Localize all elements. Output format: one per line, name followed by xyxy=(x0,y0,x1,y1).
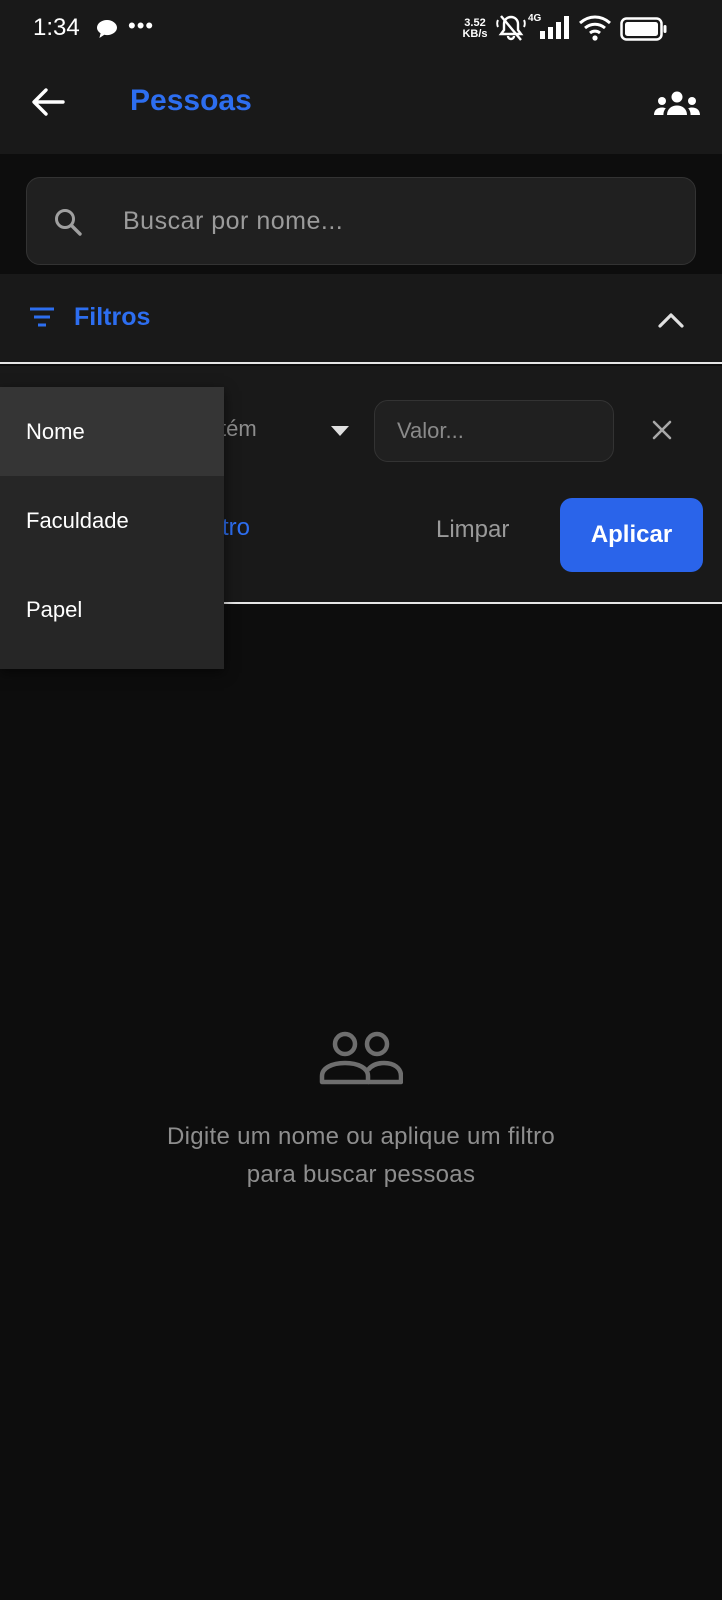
search-input[interactable] xyxy=(123,198,663,244)
status-time: 1:34 xyxy=(33,14,80,41)
back-arrow-icon xyxy=(32,88,65,116)
menu-item-nome[interactable]: Nome xyxy=(0,387,224,476)
search-box xyxy=(26,177,696,265)
chevron-up-icon xyxy=(658,313,684,328)
apply-button[interactable]: Aplicar xyxy=(560,498,703,572)
filters-header[interactable]: Filtros xyxy=(0,274,722,364)
network-speed: 3.52 KB/s xyxy=(462,17,488,40)
wifi-icon xyxy=(578,14,612,47)
menu-item-faculdade[interactable]: Faculdade xyxy=(0,476,224,565)
chat-bubble-icon xyxy=(96,19,118,44)
add-filter-label: tro xyxy=(222,514,251,541)
operator-value: tém xyxy=(220,416,257,441)
dropdown-arrow-icon xyxy=(330,424,350,442)
back-button[interactable] xyxy=(26,80,70,124)
field-dropdown-menu: Nome Faculdade Papel xyxy=(0,387,224,669)
search-icon xyxy=(53,207,83,242)
signal-icon xyxy=(538,15,574,46)
app-bar: Pessoas xyxy=(0,58,722,154)
page-title: Pessoas xyxy=(130,84,252,117)
empty-message: Digite um nome ou aplique um filtro para… xyxy=(0,1118,722,1194)
empty-message-line-1: Digite um nome ou aplique um filtro xyxy=(166,1123,556,1150)
status-bar: 1:34 ••• 3.52 KB/s 4G xyxy=(0,0,722,58)
bell-muted-icon xyxy=(496,14,526,47)
filters-label: Filtros xyxy=(74,303,151,331)
groups-icon xyxy=(654,91,700,115)
filter-icon xyxy=(28,305,56,334)
people-outline-icon xyxy=(319,1031,403,1085)
close-icon xyxy=(652,420,672,440)
filters-collapse-button[interactable] xyxy=(650,300,692,340)
empty-message-line-2: para buscar pessoas xyxy=(246,1161,476,1188)
empty-state: Digite um nome ou aplique um filtro para… xyxy=(0,1030,722,1194)
groups-button[interactable] xyxy=(652,82,702,126)
menu-item-papel[interactable]: Papel xyxy=(0,565,224,654)
battery-icon xyxy=(620,17,668,46)
remove-filter-button[interactable] xyxy=(644,412,680,448)
clear-button[interactable]: Limpar xyxy=(436,500,536,560)
filter-value-input[interactable] xyxy=(374,400,614,462)
status-more-icon: ••• xyxy=(128,13,155,38)
